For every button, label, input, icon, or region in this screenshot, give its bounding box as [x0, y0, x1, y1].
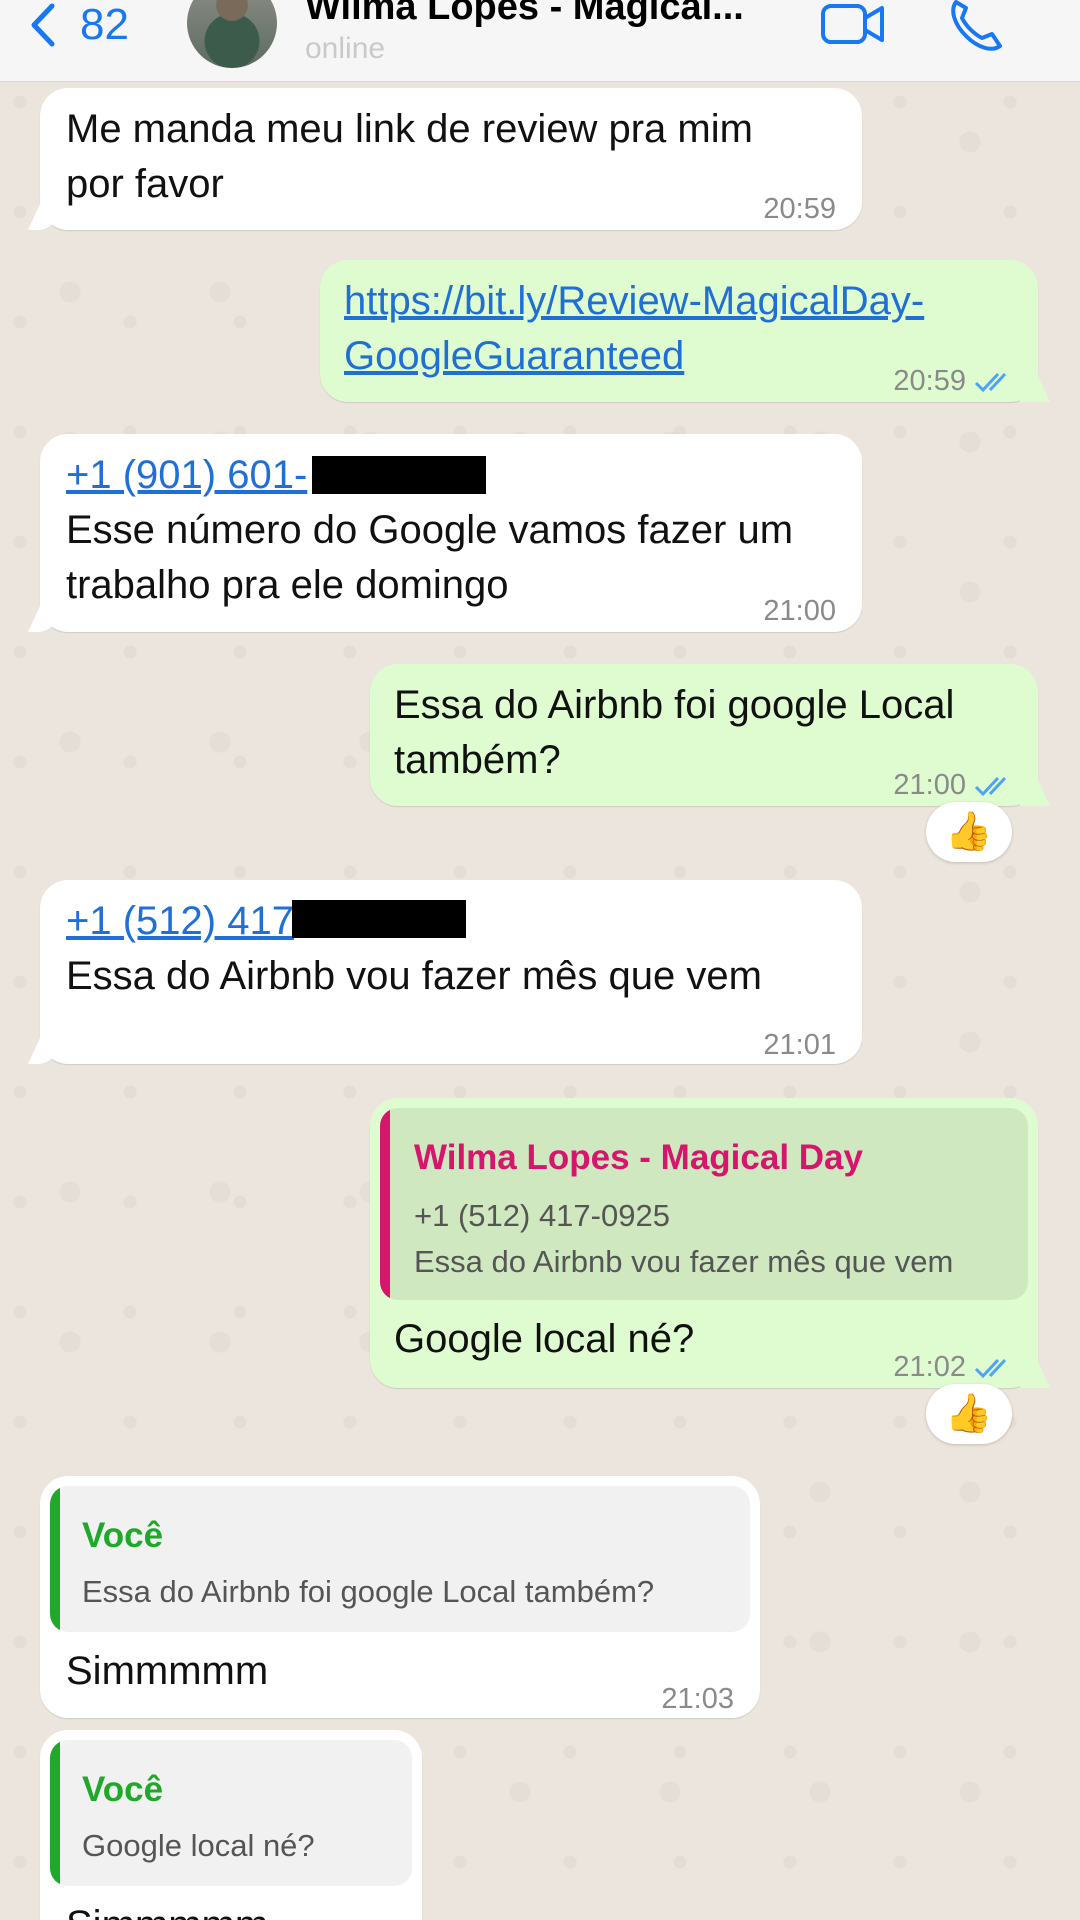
- read-ticks-icon: [974, 777, 1007, 797]
- message-incoming[interactable]: +1 (512) 417 Essa do Airbnb vou fazer mê…: [40, 880, 862, 1064]
- message-time: 20:59: [893, 354, 1014, 409]
- chat-header: 82 Wilma Lopes - Magical... online: [0, 0, 1080, 82]
- unread-count: 82: [80, 0, 129, 49]
- contact-name[interactable]: Wilma Lopes - Magical...: [305, 0, 744, 29]
- message-outgoing[interactable]: Wilma Lopes - Magical Day +1 (512) 417-0…: [370, 1098, 1038, 1388]
- read-ticks-icon: [974, 373, 1007, 393]
- message-time: 21:01: [763, 1029, 836, 1061]
- message-text: Simmmmm: [66, 1898, 268, 1920]
- time-label: 21:02: [893, 1351, 966, 1383]
- message-text: também?: [394, 738, 561, 782]
- quote-bar: [50, 1486, 60, 1632]
- message-text: Simmmmm: [66, 1649, 269, 1693]
- message-outgoing[interactable]: Essa do Airbnb foi google Local também? …: [370, 664, 1038, 806]
- quote-author: Você: [82, 1770, 164, 1809]
- quote-text: Google local né?: [82, 1828, 315, 1863]
- video-call-icon[interactable]: [820, 0, 886, 48]
- message-time: 21:00: [763, 595, 836, 627]
- message-text: Essa do Airbnb foi google Local: [394, 683, 955, 727]
- quote-author: Você: [82, 1516, 164, 1555]
- message-incoming[interactable]: Me manda meu link de review pra mim por …: [40, 88, 862, 230]
- phone-icon[interactable]: [948, 0, 1004, 52]
- avatar[interactable]: [187, 0, 277, 68]
- message-incoming[interactable]: Você Google local né? Simmmmm: [40, 1730, 422, 1920]
- back-button[interactable]: 82: [28, 0, 129, 50]
- redaction-box: [312, 456, 486, 494]
- thumbs-up-reaction[interactable]: 👍: [926, 1384, 1012, 1444]
- review-link-continued[interactable]: GoogleGuaranteed: [344, 329, 924, 384]
- thumbs-up-reaction[interactable]: 👍: [926, 802, 1012, 862]
- redaction-box: [292, 900, 466, 938]
- message-outgoing[interactable]: https://bit.ly/Review-MagicalDay- Google…: [320, 260, 1038, 402]
- contact-status: online: [305, 32, 386, 65]
- quoted-message[interactable]: Você Essa do Airbnb foi google Local tam…: [50, 1486, 750, 1632]
- review-link[interactable]: https://bit.ly/Review-MagicalDay-: [344, 274, 924, 329]
- time-label: 21:00: [893, 769, 966, 801]
- message-incoming[interactable]: +1 (901) 601- Esse número do Google vamo…: [40, 434, 862, 632]
- time-label: 20:59: [893, 365, 966, 397]
- quote-text: Essa do Airbnb vou fazer mês que vem: [414, 1244, 954, 1279]
- quote-bar: [380, 1108, 390, 1300]
- message-text: Esse número do Google vamos fazer um: [66, 508, 794, 552]
- read-ticks-icon: [974, 1359, 1007, 1379]
- quoted-message[interactable]: Wilma Lopes - Magical Day +1 (512) 417-0…: [380, 1108, 1028, 1300]
- message-text: Essa do Airbnb vou fazer mês que vem: [66, 954, 762, 998]
- message-incoming[interactable]: Você Essa do Airbnb foi google Local tam…: [40, 1476, 760, 1718]
- quoted-message[interactable]: Você Google local né?: [50, 1740, 412, 1886]
- quote-author: Wilma Lopes - Magical Day: [414, 1138, 863, 1177]
- message-time: 20:59: [763, 193, 836, 225]
- quote-bar: [50, 1740, 60, 1886]
- quote-text: Essa do Airbnb foi google Local também?: [82, 1574, 655, 1609]
- chevron-left-icon: [31, 3, 55, 47]
- message-text: trabalho pra ele domingo: [66, 563, 509, 607]
- message-text: por favor: [66, 162, 224, 206]
- message-text: Me manda meu link de review pra mim: [66, 107, 753, 151]
- message-time: 21:03: [661, 1683, 734, 1715]
- message-text: Google local né?: [394, 1317, 695, 1361]
